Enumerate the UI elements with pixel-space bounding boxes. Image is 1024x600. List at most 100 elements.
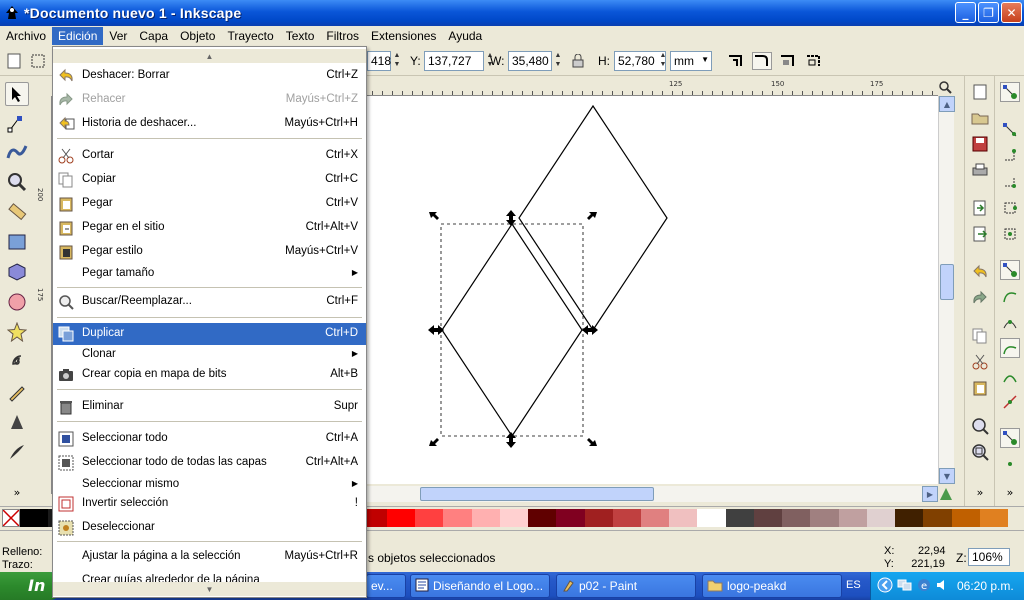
menu-item-select-all[interactable]: Seleccionar todo Ctrl+A: [53, 428, 366, 450]
menu-item-copy[interactable]: Copiar Ctrl+C: [53, 169, 366, 191]
open-folder-icon[interactable]: [970, 108, 990, 128]
zoom-tool-icon[interactable]: [5, 170, 29, 194]
menu-scroll-down-icon[interactable]: ▼: [53, 582, 366, 596]
lock-icon[interactable]: [568, 52, 588, 70]
scroll-right-icon[interactable]: ▶: [922, 486, 938, 502]
paste-icon[interactable]: [970, 378, 990, 398]
more-snap-icon[interactable]: »: [1000, 482, 1020, 502]
zoom-corner-icon[interactable]: [938, 80, 954, 96]
export-icon[interactable]: [970, 224, 990, 244]
menu-objeto[interactable]: Objeto: [174, 27, 221, 45]
color-management-icon[interactable]: [938, 486, 954, 502]
zoom-drawing-icon[interactable]: [970, 442, 990, 462]
more-commands-icon[interactable]: »: [970, 482, 990, 502]
color-swatch[interactable]: [951, 509, 981, 527]
taskbar-item-word[interactable]: Diseñando el Logo...: [410, 574, 550, 598]
color-swatch[interactable]: [838, 509, 868, 527]
color-swatch[interactable]: [20, 509, 49, 527]
menu-item-paste-in-place[interactable]: Pegar en el sitio Ctrl+Alt+V: [53, 217, 366, 239]
selector-tool-icon[interactable]: [5, 82, 29, 106]
color-swatch[interactable]: [641, 509, 670, 527]
taskbar-item-folder[interactable]: logo-peakd: [702, 574, 842, 598]
pen-tool-icon[interactable]: [5, 410, 29, 434]
no-paint-swatch[interactable]: [2, 509, 20, 527]
color-swatch[interactable]: [979, 509, 1009, 527]
menu-item-duplicate[interactable]: Duplicar Ctrl+D: [53, 323, 366, 345]
color-swatch[interactable]: [923, 509, 953, 527]
menu-item-bitmap-copy[interactable]: Crear copia en mapa de bits Alt+B: [53, 364, 366, 386]
color-swatch[interactable]: [612, 509, 642, 527]
snap-cusp-nodes-icon[interactable]: [1000, 338, 1020, 358]
menu-capa[interactable]: Capa: [133, 27, 174, 45]
diamond-shape[interactable]: [441, 222, 583, 438]
menu-item-select-all-layers[interactable]: Seleccionar todo de todas las capas Ctrl…: [53, 452, 366, 474]
menu-item-deselect[interactable]: Deseleccionar: [53, 517, 366, 539]
menu-ayuda[interactable]: Ayuda: [442, 27, 488, 45]
menu-ver[interactable]: Ver: [103, 27, 133, 45]
color-swatch[interactable]: [810, 509, 840, 527]
tray-back-icon[interactable]: [877, 577, 893, 596]
import-icon[interactable]: [970, 198, 990, 218]
color-swatch[interactable]: [725, 509, 755, 527]
snap-enable-icon[interactable]: [1000, 82, 1020, 102]
color-swatch[interactable]: [697, 509, 727, 527]
snap-line-midpoint-icon[interactable]: [1000, 392, 1020, 412]
new-document-icon[interactable]: [970, 82, 990, 102]
move-patterns-icon[interactable]: [804, 52, 824, 70]
menu-edicion[interactable]: Edición: [52, 27, 104, 45]
menu-item-paste-style[interactable]: Pegar estilo Mayús+Ctrl+V: [53, 241, 366, 263]
measure-tool-icon[interactable]: [5, 200, 29, 224]
snap-nodes-icon[interactable]: [1000, 260, 1020, 280]
color-swatch[interactable]: [415, 509, 444, 527]
menu-item-fit-page-to-selection[interactable]: Ajustar la página a la selección Mayús+C…: [53, 546, 366, 568]
scale-stroke-icon[interactable]: [726, 52, 746, 70]
color-swatch[interactable]: [386, 509, 416, 527]
zoom-field[interactable]: 106%: [968, 548, 1010, 566]
spiral-tool-icon[interactable]: [5, 350, 29, 374]
zoom-selection-icon[interactable]: [970, 416, 990, 436]
selection-handles[interactable]: [428, 210, 598, 448]
calligraphy-tool-icon[interactable]: [5, 440, 29, 464]
snap-bbox-edge-icon[interactable]: [1000, 146, 1020, 166]
snap-bbox-corner-icon[interactable]: [1000, 172, 1020, 192]
menu-filtros[interactable]: Filtros: [320, 27, 365, 45]
color-swatch[interactable]: [895, 509, 924, 527]
color-swatch[interactable]: [499, 509, 529, 527]
maximize-button[interactable]: ❐: [978, 2, 999, 23]
color-swatch[interactable]: [471, 509, 501, 527]
pencil-tool-icon[interactable]: [5, 380, 29, 404]
color-swatch[interactable]: [669, 509, 698, 527]
menu-item-paste-size[interactable]: Pegar tamaño ▶: [53, 263, 366, 285]
menu-item-redo[interactable]: Rehacer Mayús+Ctrl+Z: [53, 89, 366, 111]
node-tool-icon[interactable]: [5, 112, 29, 136]
snap-paths-icon[interactable]: [1000, 286, 1020, 306]
x-spinner[interactable]: ▲ ▼: [392, 51, 402, 71]
snap-bbox-icon[interactable]: [1000, 120, 1020, 140]
snap-bbox-midpoint-icon[interactable]: [1000, 198, 1020, 218]
select-all-icon[interactable]: [28, 52, 48, 70]
close-button[interactable]: ✕: [1001, 2, 1022, 23]
menu-item-find-replace[interactable]: Buscar/Reemplazar... Ctrl+F: [53, 291, 366, 313]
w-field[interactable]: 35,480: [508, 51, 552, 71]
menu-archivo[interactable]: Archivo: [0, 27, 52, 45]
menu-item-undo[interactable]: Deshacer: Borrar Ctrl+Z: [53, 65, 366, 87]
color-swatch[interactable]: [556, 509, 586, 527]
color-swatch[interactable]: [753, 509, 783, 527]
snap-bbox-center-icon[interactable]: [1000, 224, 1020, 244]
menu-item-invert-selection[interactable]: Invertir selección !: [53, 493, 366, 515]
menu-item-clone[interactable]: Clonar ▶: [53, 344, 366, 366]
minimize-button[interactable]: _: [955, 2, 976, 23]
language-indicator[interactable]: ES: [846, 579, 861, 591]
diamond-shape[interactable]: [518, 104, 668, 332]
volume-icon[interactable]: [935, 578, 949, 595]
ie-icon[interactable]: e: [917, 578, 931, 595]
color-swatch[interactable]: [866, 509, 896, 527]
horizontal-scroll-thumb[interactable]: [420, 487, 654, 501]
menu-extensiones[interactable]: Extensiones: [365, 27, 442, 45]
vertical-scrollbar[interactable]: ▲ ▼: [938, 96, 955, 484]
menu-item-undo-history[interactable]: Historia de deshacer... Mayús+Ctrl+H: [53, 113, 366, 135]
menu-item-paste[interactable]: Pegar Ctrl+V: [53, 193, 366, 215]
3dbox-tool-icon[interactable]: [5, 260, 29, 284]
menu-trayecto[interactable]: Trayecto: [221, 27, 279, 45]
taskbar-item[interactable]: ev...: [366, 574, 406, 598]
